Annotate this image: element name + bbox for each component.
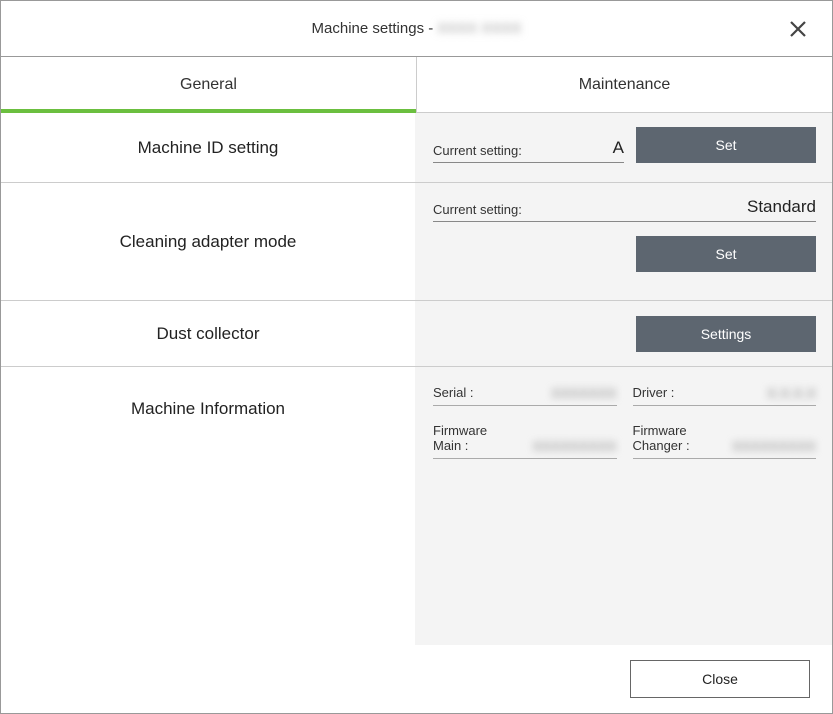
- row-machine-info: Machine Information Serial : XXXXXXX Dri…: [1, 367, 832, 477]
- tab-general-label: General: [180, 76, 237, 94]
- row-dust-label: Dust collector: [1, 301, 415, 366]
- machine-id-set-button[interactable]: Set: [636, 127, 816, 163]
- dust-settings-button[interactable]: Settings: [636, 316, 816, 352]
- row-info-label: Machine Information: [1, 367, 415, 477]
- tabs: General Maintenance: [1, 57, 832, 113]
- cleaning-value: Standard: [532, 197, 816, 217]
- tab-body: Machine ID setting Current setting: A Se…: [1, 113, 832, 645]
- info-fw-main-label: Firmware Main :: [433, 424, 487, 454]
- body-filler: [1, 477, 832, 645]
- info-firmware-main: Firmware Main : XXXXXXXXX: [433, 424, 617, 459]
- row-machine-id-label: Machine ID setting: [1, 113, 415, 182]
- info-serial-value: XXXXXXX: [481, 385, 616, 401]
- machine-settings-dialog: Machine settings - XXXX XXXX General Mai…: [0, 0, 833, 714]
- cleaning-set-button[interactable]: Set: [636, 236, 816, 272]
- tab-general[interactable]: General: [1, 57, 416, 112]
- row-cleaning-label: Cleaning adapter mode: [1, 183, 415, 300]
- title-prefix: Machine settings -: [312, 20, 434, 37]
- info-driver-value: X.X.X.X: [682, 385, 816, 401]
- row-cleaning-adapter: Cleaning adapter mode Current setting: S…: [1, 183, 832, 301]
- info-driver-label: Driver :: [633, 386, 675, 401]
- close-icon[interactable]: [784, 15, 812, 43]
- footer: Close: [1, 645, 832, 713]
- row-dust-collector: Dust collector Settings: [1, 301, 832, 367]
- dialog-title: Machine settings - XXXX XXXX: [312, 20, 522, 37]
- title-obscured: XXXX XXXX: [437, 20, 521, 37]
- machine-id-value: A: [532, 138, 624, 158]
- tab-maintenance-label: Maintenance: [579, 76, 671, 94]
- info-driver: Driver : X.X.X.X: [633, 385, 817, 406]
- info-firmware-changer: Firmware Changer : XXXXXXXXX: [633, 424, 817, 459]
- info-serial: Serial : XXXXXXX: [433, 385, 617, 406]
- close-button[interactable]: Close: [630, 660, 810, 698]
- cleaning-current-label: Current setting:: [433, 202, 522, 217]
- info-fw-main-value: XXXXXXXXX: [495, 438, 616, 454]
- row-machine-id: Machine ID setting Current setting: A Se…: [1, 113, 832, 183]
- machine-id-current-label: Current setting:: [433, 143, 522, 158]
- info-fw-changer-value: XXXXXXXXX: [698, 438, 816, 454]
- tab-maintenance[interactable]: Maintenance: [416, 57, 832, 112]
- info-serial-label: Serial :: [433, 386, 473, 401]
- titlebar: Machine settings - XXXX XXXX: [1, 1, 832, 57]
- info-fw-changer-label: Firmware Changer :: [633, 424, 690, 454]
